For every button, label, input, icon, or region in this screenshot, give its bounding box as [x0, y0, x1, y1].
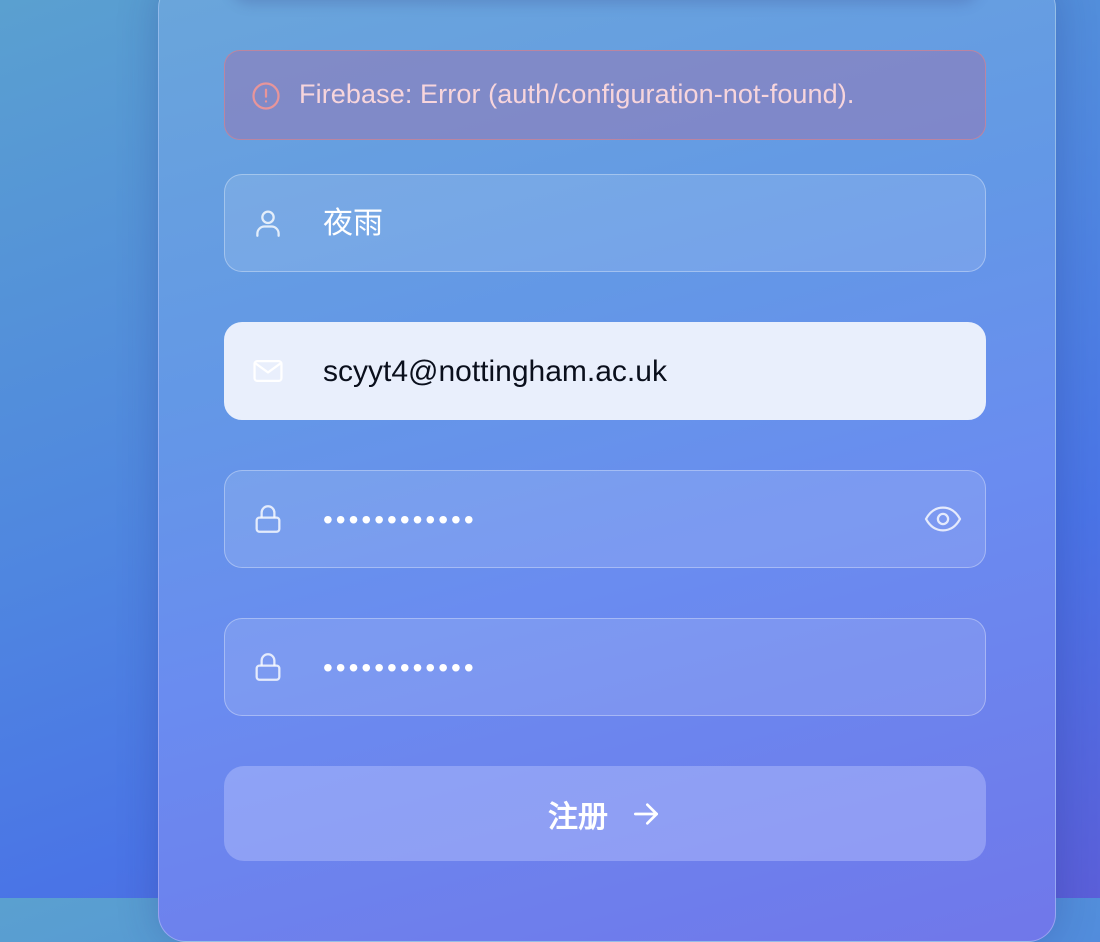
lock-icon — [255, 505, 281, 533]
mail-icon — [253, 359, 283, 383]
lock-icon — [255, 653, 281, 681]
confirm-password-masked: •••••••••••• — [323, 652, 477, 683]
email-field[interactable]: scyyt4@nottingham.ac.uk — [224, 322, 986, 420]
confirm-password-field[interactable]: •••••••••••• — [224, 618, 986, 716]
register-button-label: 注册 — [548, 800, 608, 834]
password-masked: •••••••••••• — [323, 504, 477, 535]
username-value: 夜雨 — [323, 207, 383, 240]
alert-circle-icon — [252, 82, 280, 110]
eye-icon[interactable] — [923, 502, 963, 536]
error-message: Firebase: Error (auth/configuration-not-… — [299, 79, 855, 109]
user-icon — [256, 210, 280, 237]
register-button[interactable]: 注册 — [224, 766, 986, 861]
password-field[interactable]: •••••••••••• — [224, 470, 986, 568]
error-banner: Firebase: Error (auth/configuration-not-… — [224, 50, 986, 140]
arrow-right-icon — [634, 802, 658, 825]
email-value: scyyt4@nottingham.ac.uk — [323, 355, 667, 388]
username-field[interactable]: 夜雨 — [224, 174, 986, 272]
